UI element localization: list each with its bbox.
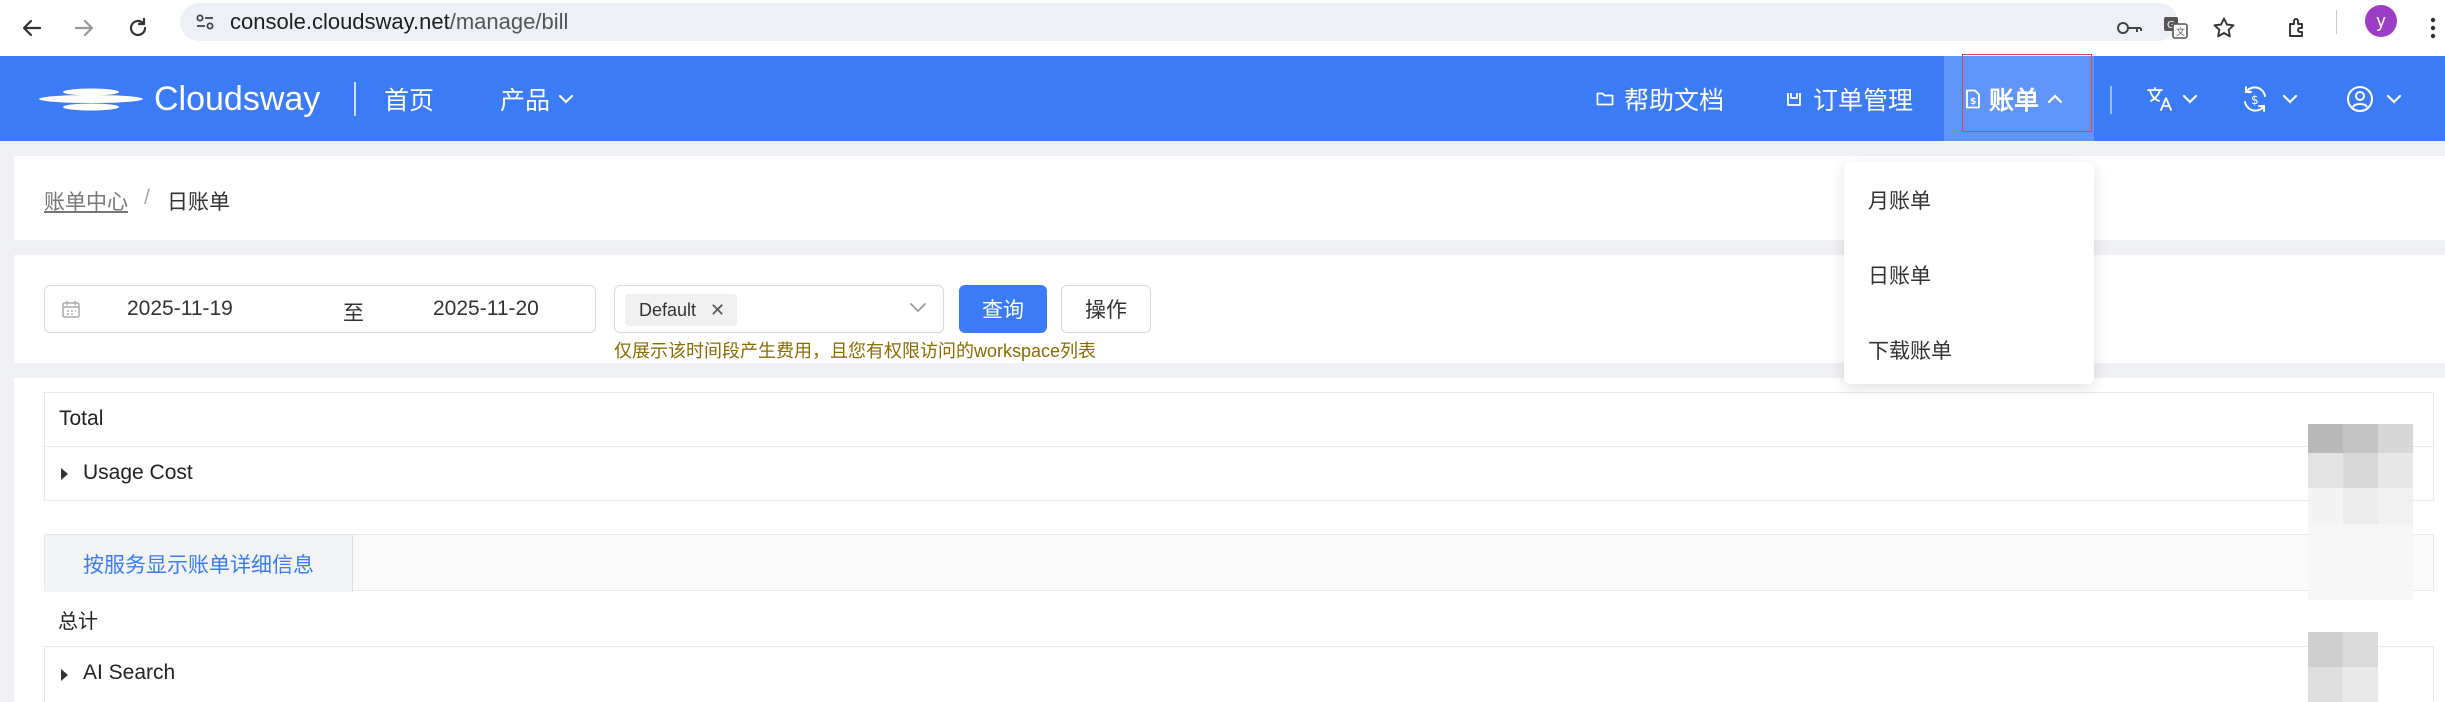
chevron-down-icon: [910, 303, 926, 313]
reload-button[interactable]: [116, 6, 160, 50]
browser-toolbar: console.cloudsway.net/manage/bill G文 y: [0, 0, 2445, 56]
nav-home-label: 首页: [384, 86, 435, 115]
password-key-icon[interactable]: [2108, 6, 2152, 50]
tab-by-service[interactable]: 按服务显示账单详细信息: [45, 535, 353, 592]
menu-item-daily-bill[interactable]: 日账单: [1868, 260, 1931, 290]
nav-products[interactable]: 产品: [500, 56, 574, 141]
bill-summary-panel: Total Usage Cost 按服务显示账单详细信息 总计 AI Searc…: [14, 378, 2445, 702]
profile-initial: y: [2376, 10, 2386, 31]
currency-switch[interactable]: $: [2240, 56, 2298, 141]
date-start-input[interactable]: 2025-11-19: [127, 297, 233, 321]
total-label: Total: [59, 407, 104, 430]
nav-help-docs-label: 帮助文档: [1624, 86, 1725, 115]
svg-text:文: 文: [2176, 26, 2185, 38]
folder-icon: [1596, 92, 1614, 105]
user-menu[interactable]: [2346, 56, 2402, 141]
detail-total-label: 总计: [58, 611, 98, 633]
highlight-box: [1962, 54, 2092, 132]
user-circle-icon: [2347, 85, 2373, 112]
nav-help-docs[interactable]: 帮助文档: [1596, 56, 1724, 141]
service-row-label: AI Search: [83, 661, 176, 684]
nav-products-label: 产品: [500, 86, 551, 115]
site-info-icon[interactable]: [194, 11, 216, 33]
brand-logo[interactable]: Cloudsway: [36, 76, 320, 122]
caret-right-icon[interactable]: [61, 669, 68, 681]
usage-cost-label: Usage Cost: [83, 461, 193, 484]
detail-tabs: 按服务显示账单详细信息: [44, 534, 2434, 592]
brand-divider: [354, 82, 356, 116]
url-host: console.cloudsway.net: [230, 9, 450, 34]
workspace-select[interactable]: Default ✕: [614, 285, 944, 333]
menu-item-download-bill[interactable]: 下载账单: [1868, 335, 1952, 365]
cloud-logo-icon: [39, 88, 143, 111]
chevron-down-icon: [558, 94, 574, 104]
workspace-tag-label: Default: [639, 299, 697, 320]
chevron-down-icon: [2182, 94, 2198, 104]
translate-icon: [2147, 86, 2172, 111]
calendar-icon: [62, 301, 80, 318]
close-icon[interactable]: ✕: [710, 300, 725, 321]
chevron-down-icon: [2386, 94, 2402, 104]
currency-exchange-icon: $: [2244, 85, 2266, 112]
reload-icon: [129, 17, 147, 37]
forward-button[interactable]: [62, 6, 106, 50]
brand-name: Cloudsway: [154, 79, 321, 118]
nav-orders-label: 订单管理: [1813, 86, 1914, 115]
back-arrow-icon: [22, 19, 42, 37]
svg-text:$: $: [2251, 93, 2259, 107]
toolbar-divider: [2336, 10, 2337, 34]
workspace-hint-text: 仅展示该时间段产生费用，且您有权限访问的workspace列表: [614, 341, 1097, 361]
breadcrumb-bill-center-link[interactable]: 账单中心: [44, 186, 128, 216]
date-end-input[interactable]: 2025-11-20: [433, 297, 539, 321]
nav-divider: [2110, 86, 2112, 114]
date-range-separator: 至: [343, 302, 364, 325]
nav-orders[interactable]: 订单管理: [1785, 56, 1913, 141]
address-bar[interactable]: console.cloudsway.net/manage/bill: [180, 3, 2178, 41]
action-button[interactable]: 操作: [1061, 285, 1151, 333]
back-button[interactable]: [10, 6, 54, 50]
translate-page-icon[interactable]: G文: [2154, 6, 2198, 50]
forward-arrow-icon: [74, 19, 94, 37]
redacted-amounts: [2308, 424, 2445, 702]
profile-avatar[interactable]: y: [2365, 5, 2397, 37]
order-box-icon: [1787, 92, 1801, 106]
usage-cost-row[interactable]: Usage Cost: [44, 446, 2434, 501]
breadcrumb-separator: /: [144, 186, 150, 209]
chevron-down-icon: [2282, 94, 2298, 104]
total-row: Total: [44, 392, 2434, 447]
caret-right-icon[interactable]: [61, 468, 68, 480]
date-range-picker[interactable]: 2025-11-19 至 2025-11-20: [44, 285, 596, 333]
language-switch[interactable]: [2146, 56, 2198, 141]
extensions-icon[interactable]: [2276, 6, 2320, 50]
bill-dropdown-menu: 月账单 日账单 下载账单: [1844, 162, 2094, 384]
browser-menu-icon[interactable]: [2420, 6, 2445, 50]
url-path: /manage/bill: [449, 9, 569, 34]
bookmark-star-icon[interactable]: [2202, 6, 2246, 50]
query-button[interactable]: 查询: [959, 285, 1047, 333]
menu-item-monthly-bill[interactable]: 月账单: [1868, 185, 1931, 215]
workspace-tag: Default ✕: [625, 294, 738, 326]
service-row-ai-search[interactable]: AI Search: [44, 646, 2434, 702]
nav-home[interactable]: 首页: [384, 56, 434, 141]
breadcrumb-current: 日账单: [167, 191, 230, 214]
